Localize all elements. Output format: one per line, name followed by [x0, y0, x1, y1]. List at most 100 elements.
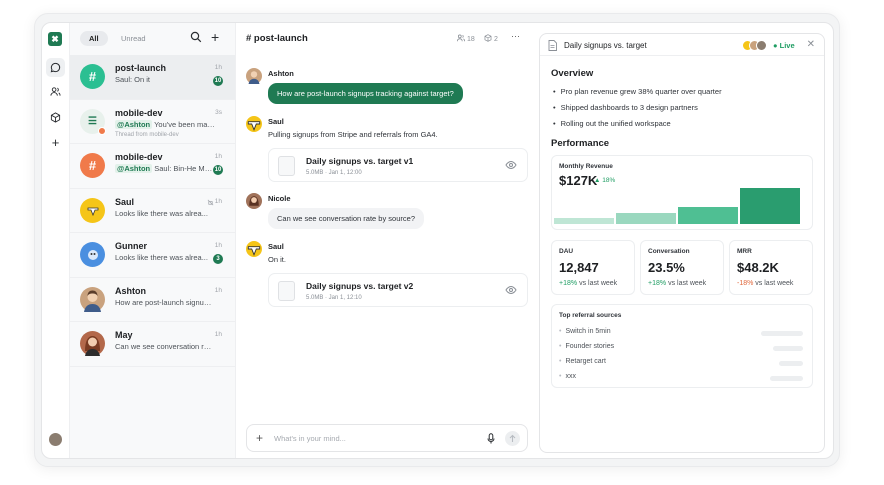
- card-delta: +18% vs last week: [559, 280, 617, 287]
- document-icon: [278, 156, 295, 176]
- message-text: On it.: [268, 255, 286, 264]
- source-row[interactable]: Founder stories: [559, 343, 803, 353]
- list-toolbar: All Unread +: [70, 23, 235, 55]
- list-item[interactable]: Gunner Looks like there was alrea... 1h …: [70, 233, 235, 278]
- conversation-preview: Looks like there was alrea...: [115, 253, 208, 262]
- file-title: Daily signups vs. target v1: [306, 156, 414, 166]
- card-label: Conversation: [648, 248, 690, 255]
- mention-tag: @Ashton: [115, 164, 153, 173]
- delta-value: +18%: [648, 280, 667, 287]
- live-label: Live: [779, 41, 795, 50]
- conversation-preview: @Ashton Saul: Bin-He Mo...: [115, 164, 215, 173]
- conversation-time: 1h: [214, 331, 222, 338]
- list-item[interactable]: ☰ mobile-dev @Ashton You've been mar... …: [70, 100, 235, 144]
- unread-badge: 3: [213, 254, 223, 264]
- chat-icon[interactable]: [46, 58, 65, 77]
- avatar[interactable]: [246, 116, 262, 132]
- source-label: Founder stories: [559, 343, 614, 350]
- app-logo-icon[interactable]: ✖: [48, 32, 62, 46]
- list-item[interactable]: # post-launch Saul: On it 1h 10: [70, 55, 235, 100]
- conversation-preview: Saul: On it: [115, 75, 151, 84]
- revenue-bar: [678, 207, 738, 224]
- card-delta: ▲ 18%: [594, 177, 616, 184]
- files-count[interactable]: 2: [484, 34, 498, 43]
- chat-pane: # post-launch 18 2 ··· Ashton How are po…: [236, 23, 539, 458]
- source-row[interactable]: Switch in 5min: [559, 328, 803, 338]
- file-meta: 5.0MB · Jan 1, 12:10: [306, 295, 362, 301]
- tab-all[interactable]: All: [80, 31, 108, 46]
- people-icon[interactable]: [46, 82, 65, 101]
- add-icon[interactable]: +: [46, 133, 65, 152]
- revenue-bar: [740, 188, 800, 224]
- collaborator-avatars[interactable]: [742, 40, 770, 53]
- referral-sources-card[interactable]: Top referral sources Switch in 5min Foun…: [551, 304, 813, 388]
- mrr-card[interactable]: MRR $48.2K -18% vs last week: [729, 240, 813, 295]
- search-icon[interactable]: [190, 31, 204, 45]
- attach-plus-icon[interactable]: +: [256, 431, 263, 445]
- tab-unread[interactable]: Unread: [112, 31, 155, 46]
- eye-icon[interactable]: [505, 160, 517, 172]
- source-label: xxx: [559, 373, 576, 380]
- mention-tag: @Ashton: [115, 119, 153, 129]
- eye-icon[interactable]: [505, 285, 517, 297]
- delta-suffix: vs last week: [668, 280, 707, 287]
- composer-input[interactable]: What's in your mind...: [274, 434, 346, 443]
- source-row[interactable]: xxx: [559, 373, 803, 383]
- message-bubble: Can we see conversation rate by source?: [268, 208, 424, 229]
- document-icon: [278, 281, 295, 301]
- conversation-time: 1h: [214, 242, 222, 249]
- report-panel: Daily signups vs. target ● Live ✕ Overvi…: [539, 33, 825, 453]
- source-label: Retarget cart: [559, 358, 605, 365]
- conversation-name: Gunner: [115, 241, 148, 251]
- list-item[interactable]: Saul Looks like there was alrea... 1h: [70, 189, 235, 233]
- close-icon[interactable]: ✕: [807, 39, 815, 50]
- source-bar: [779, 361, 803, 366]
- file-attachment[interactable]: Daily signups vs. target v1 5.0MB · Jan …: [268, 148, 528, 182]
- conversation-time: 1h: [214, 197, 222, 205]
- avatar[interactable]: [246, 193, 262, 209]
- thread-source: Thread from mobile-dev: [115, 131, 179, 138]
- cube-icon[interactable]: [46, 108, 65, 127]
- channel-hash-icon: #: [80, 64, 105, 89]
- list-item[interactable]: Ashton How are post-launch signups... 1h: [70, 278, 235, 322]
- card-value: 23.5%: [648, 260, 685, 275]
- muted-icon: [207, 198, 214, 208]
- message-composer[interactable]: + What's in your mind...: [246, 424, 528, 452]
- list-item[interactable]: May Can we see conversation rate... 1h: [70, 322, 235, 367]
- arrow-up-icon: [509, 434, 516, 442]
- source-bar: [773, 346, 803, 351]
- monthly-revenue-card[interactable]: Monthly Revenue $127K ▲ 18%: [551, 155, 813, 230]
- message-author: Saul: [268, 242, 284, 251]
- conversation-time: 1h: [214, 286, 222, 294]
- conversation-card[interactable]: Conversation 23.5% +18% vs last week: [640, 240, 724, 295]
- file-meta: 5.0MB · Jan 1, 12:00: [306, 170, 362, 176]
- app-window: ✖ + All Unread + # post-launch Saul: On …: [41, 22, 834, 459]
- conversation-preview: Can we see conversation rate...: [115, 342, 215, 351]
- card-delta: -18% vs last week: [737, 280, 793, 287]
- conversation-preview: How are post-launch signups...: [115, 297, 215, 307]
- files-cube-icon: [484, 34, 492, 42]
- conversation-name: May: [115, 330, 133, 340]
- delta-value: -18%: [737, 280, 754, 287]
- dau-card[interactable]: DAU 12,847 +18% vs last week: [551, 240, 635, 295]
- avatar: [80, 242, 105, 267]
- send-button[interactable]: [505, 431, 520, 446]
- document-icon: [548, 40, 557, 53]
- avatar: [80, 197, 105, 223]
- conversation-preview: Looks like there was alrea...: [115, 208, 208, 218]
- file-attachment[interactable]: Daily signups vs. target v2 5.0MB · Jan …: [268, 273, 528, 307]
- notification-dot: [98, 126, 106, 135]
- source-row[interactable]: Retarget cart: [559, 358, 803, 368]
- message-author: Saul: [268, 117, 284, 126]
- user-avatar[interactable]: [49, 433, 62, 446]
- more-icon[interactable]: ···: [511, 31, 520, 41]
- avatar[interactable]: [246, 241, 262, 257]
- list-item[interactable]: # mobile-dev @Ashton Saul: Bin-He Mo... …: [70, 144, 235, 189]
- conversation-time: 1h: [214, 153, 222, 160]
- microphone-icon[interactable]: [487, 433, 495, 446]
- new-conversation-icon[interactable]: +: [211, 30, 225, 45]
- revenue-bar: [616, 213, 676, 224]
- members-count[interactable]: 18: [457, 34, 475, 43]
- avatar[interactable]: [246, 68, 262, 84]
- conversation-name: mobile-dev: [115, 152, 163, 162]
